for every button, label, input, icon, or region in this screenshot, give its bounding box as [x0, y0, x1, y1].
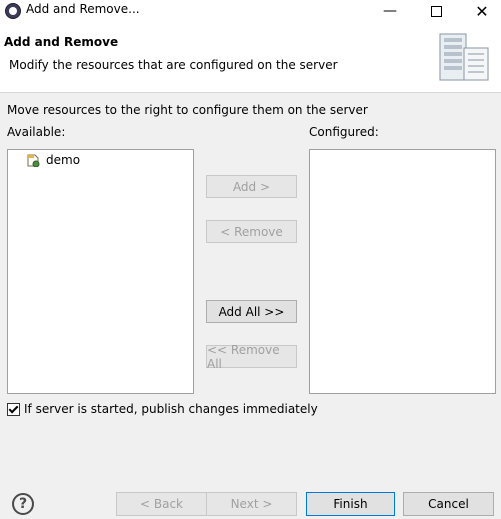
maximize-button[interactable] [416, 0, 456, 22]
configured-label: Configured: [309, 125, 379, 139]
banner-title: Add and Remove [4, 35, 119, 49]
remove-button[interactable]: < Remove [206, 220, 297, 243]
list-item[interactable]: demo [27, 152, 80, 168]
finish-button[interactable]: Finish [306, 492, 395, 516]
publish-checkbox[interactable] [7, 402, 20, 416]
minimize-button[interactable]: — [370, 0, 410, 22]
publish-checkbox-label: If server is started, publish changes im… [24, 402, 318, 416]
back-button[interactable]: < Back [116, 492, 207, 516]
available-list[interactable]: demo [7, 149, 194, 394]
list-item-label: demo [46, 153, 81, 167]
available-label: Available: [7, 125, 66, 139]
publish-checkbox-row[interactable]: If server is started, publish changes im… [7, 402, 318, 416]
wizard-banner: Add and Remove Modify the resources that… [0, 22, 501, 93]
add-button[interactable]: Add > [206, 175, 297, 198]
remove-all-button[interactable]: << Remove All [206, 343, 297, 371]
wizard-content: Move resources to the right to configure… [0, 93, 501, 519]
maximize-icon [430, 5, 442, 17]
next-button[interactable]: Next > [206, 492, 297, 516]
project-icon [27, 154, 40, 167]
title-bar: Add and Remove... — ✕ [0, 0, 501, 22]
configured-list[interactable] [309, 149, 496, 394]
window-title: Add and Remove... [26, 2, 140, 16]
close-button[interactable]: ✕ [462, 0, 501, 22]
cancel-button[interactable]: Cancel [403, 492, 494, 516]
server-wizard-icon [439, 33, 489, 81]
banner-description: Modify the resources that are configured… [9, 58, 338, 72]
help-icon[interactable]: ? [12, 493, 34, 515]
instruction-text: Move resources to the right to configure… [7, 103, 368, 117]
eclipse-app-icon [5, 3, 21, 19]
add-all-button[interactable]: Add All >> [206, 300, 297, 323]
